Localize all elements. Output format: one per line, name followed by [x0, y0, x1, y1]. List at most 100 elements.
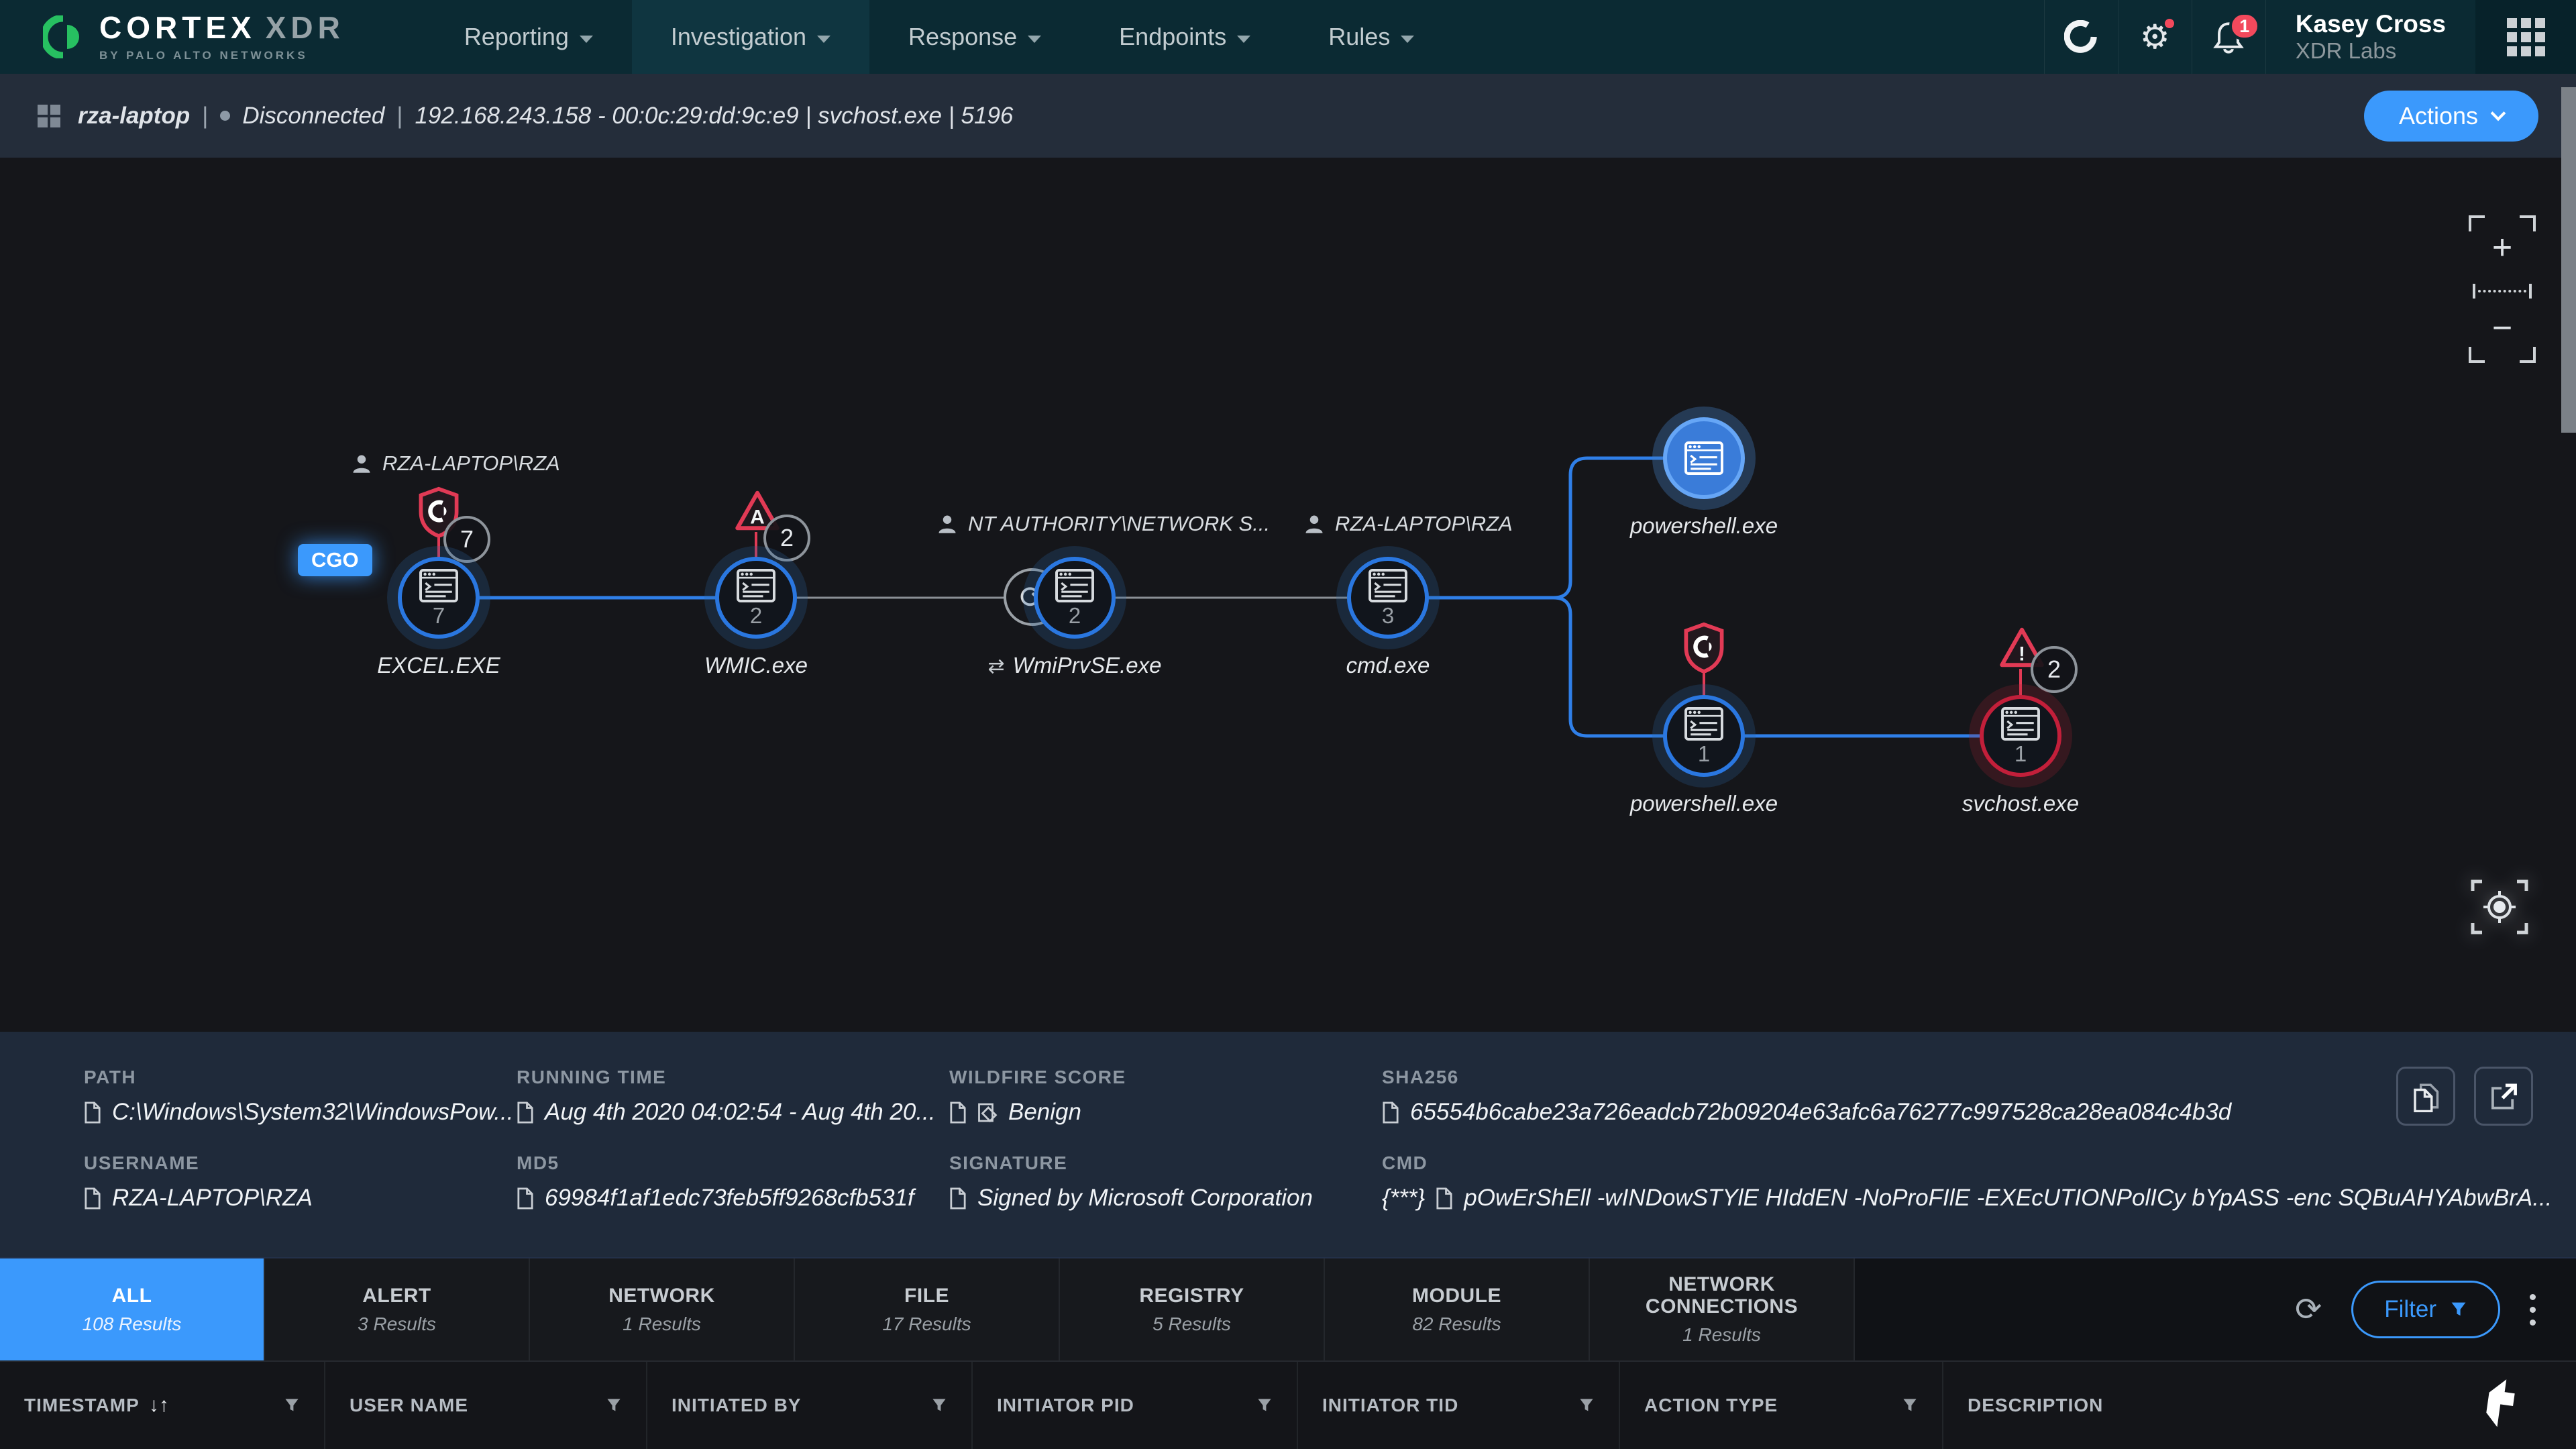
- tab-module[interactable]: MODULE 82 Results: [1325, 1258, 1590, 1360]
- process-user: RZA-LAPTOP\RZA: [1304, 512, 1513, 536]
- event-tabs: ALL 108 Results ALERT 3 Results NETWORK …: [0, 1257, 2576, 1360]
- file-icon: [949, 1102, 967, 1124]
- column-user-name: USER NAME: [325, 1362, 647, 1449]
- event-count: 3: [1382, 604, 1394, 627]
- events-table-header: TIMESTAMP ↓↑ USER NAME INITIATED BY INIT…: [0, 1360, 2576, 1449]
- process-name: ⇄WmiPrvSE.exe: [907, 653, 1242, 678]
- process-window-icon: [1684, 707, 1724, 741]
- event-count: 1: [1698, 743, 1710, 765]
- copy-details-button[interactable]: [2396, 1067, 2455, 1126]
- alert-triangle-icon[interactable]: A 2: [734, 489, 781, 535]
- process-window-icon: [419, 569, 459, 602]
- more-options-button[interactable]: [2530, 1294, 2536, 1326]
- field-path: PATH C:\Windows\System32\WindowsPow...: [84, 1067, 513, 1126]
- svg-text:A: A: [750, 506, 765, 528]
- prevention-shield-icon[interactable]: [1682, 622, 1726, 676]
- zoom-in-button[interactable]: +: [2469, 230, 2536, 265]
- file-icon: [84, 1187, 101, 1210]
- chevron-down-icon: [580, 36, 593, 43]
- query-button[interactable]: [2044, 0, 2118, 74]
- actions-button[interactable]: Actions: [2364, 91, 2538, 142]
- process-window-icon: [1684, 441, 1724, 475]
- process-node-circle[interactable]: 3: [1347, 557, 1429, 639]
- cortex-swirl-icon: [2064, 20, 2098, 54]
- cmd-masked-prefix: {***}: [1382, 1185, 1425, 1212]
- settings-button[interactable]: ⚙: [2118, 0, 2192, 74]
- filter-funnel-icon[interactable]: [1902, 1397, 1918, 1413]
- vertical-scrollbar[interactable]: [2561, 87, 2576, 433]
- tab-network-connections[interactable]: NETWORK CONNECTIONS 1 Results: [1590, 1258, 1855, 1360]
- user-menu[interactable]: Kasey Cross XDR Labs: [2265, 0, 2475, 74]
- filter-funnel-icon[interactable]: [1256, 1397, 1273, 1413]
- user-icon: [937, 514, 957, 534]
- user-name: Kasey Cross: [2296, 10, 2446, 39]
- host-name: rza-laptop: [78, 103, 190, 129]
- causality-graph[interactable]: RZA-LAPTOP\RZA 7 CGO 7 EXCEL.EXE: [0, 158, 2576, 1032]
- process-node-circle[interactable]: 1: [1980, 695, 2061, 777]
- filter-funnel-icon[interactable]: [1578, 1397, 1595, 1413]
- zoom-slider[interactable]: [2473, 284, 2532, 299]
- alert-count-badge: 2: [2031, 646, 2078, 693]
- brand-name: CORTEXXDR: [99, 12, 345, 43]
- process-details-panel: PATH C:\Windows\System32\WindowsPow... R…: [0, 1032, 2576, 1257]
- process-node-circle[interactable]: 7: [398, 557, 480, 639]
- tab-registry[interactable]: REGISTRY 5 Results: [1060, 1258, 1325, 1360]
- filter-funnel-icon[interactable]: [284, 1397, 300, 1413]
- open-external-button[interactable]: [2474, 1067, 2533, 1126]
- process-name: cmd.exe: [1220, 653, 1556, 678]
- refresh-icon[interactable]: ⟳: [2295, 1291, 2322, 1328]
- process-window-icon: [1055, 569, 1095, 602]
- field-wildfire-score: WILDFIRE SCORE Benign: [949, 1067, 1126, 1126]
- file-icon: [949, 1187, 967, 1210]
- process-name: powershell.exe: [1536, 513, 1872, 539]
- chevron-down-icon: [1237, 36, 1250, 43]
- nav-item-reporting[interactable]: Reporting: [425, 0, 632, 74]
- process-name: EXCEL.EXE: [271, 653, 606, 678]
- nav-item-investigation[interactable]: Investigation: [632, 0, 869, 74]
- tab-network[interactable]: NETWORK 1 Results: [530, 1258, 795, 1360]
- field-running-time: RUNNING TIME Aug 4th 2020 04:02:54 - Aug…: [517, 1067, 936, 1126]
- tab-alert[interactable]: ALERT 3 Results: [265, 1258, 530, 1360]
- process-window-icon: [736, 569, 776, 602]
- event-count: 1: [2015, 743, 2027, 765]
- column-timestamp: TIMESTAMP ↓↑: [0, 1362, 325, 1449]
- notifications-button[interactable]: 1: [2192, 0, 2265, 74]
- chevron-down-icon: [1028, 36, 1041, 43]
- filter-funnel-icon[interactable]: [606, 1397, 622, 1413]
- crosshair-icon: [2469, 876, 2530, 938]
- brand: CORTEXXDR BY PALO ALTO NETWORKS: [43, 12, 345, 62]
- tab-file[interactable]: FILE 17 Results: [795, 1258, 1060, 1360]
- nav-item-rules[interactable]: Rules: [1289, 0, 1453, 74]
- tab-all[interactable]: ALL 108 Results: [0, 1258, 265, 1360]
- chevron-down-icon: [817, 36, 830, 43]
- zoom-out-button[interactable]: −: [2469, 311, 2536, 345]
- process-node-circle[interactable]: 2: [715, 557, 797, 639]
- sort-icon[interactable]: ↓↑: [149, 1394, 169, 1417]
- process-name: svchost.exe: [1853, 791, 2188, 816]
- prevention-shield-icon[interactable]: 7: [417, 486, 461, 541]
- process-user: NT AUTHORITY\NETWORK S...: [937, 512, 1270, 536]
- cortex-logo-icon: [43, 15, 86, 58]
- external-link-icon: [2489, 1081, 2518, 1111]
- event-count: 2: [750, 604, 762, 627]
- field-signature: SIGNATURE Signed by Microsoft Corporatio…: [949, 1152, 1313, 1212]
- file-icon: [1436, 1187, 1453, 1210]
- nav-item-endpoints[interactable]: Endpoints: [1080, 0, 1289, 74]
- file-icon: [517, 1187, 534, 1210]
- center-view-button[interactable]: [2469, 876, 2530, 938]
- process-name: powershell.exe: [1536, 791, 1872, 816]
- apps-menu-button[interactable]: [2475, 0, 2576, 74]
- user-icon: [1304, 514, 1324, 534]
- process-node-circle[interactable]: 1: [1663, 695, 1745, 777]
- filter-funnel-icon[interactable]: [931, 1397, 947, 1413]
- chevron-down-icon: [2491, 105, 2506, 121]
- copy-icon: [2411, 1080, 2440, 1112]
- process-window-icon: [2000, 707, 2041, 741]
- chevron-down-icon: [1401, 36, 1414, 43]
- alert-triangle-icon[interactable]: ! 2: [1998, 626, 2045, 672]
- nav-item-response[interactable]: Response: [869, 0, 1080, 74]
- field-md5: MD5 69984f1af1edc73feb5ff9268cfb531f: [517, 1152, 914, 1212]
- process-node-circle[interactable]: [1663, 417, 1745, 499]
- filter-button[interactable]: Filter: [2351, 1281, 2500, 1338]
- process-node-circle[interactable]: 2: [1034, 557, 1116, 639]
